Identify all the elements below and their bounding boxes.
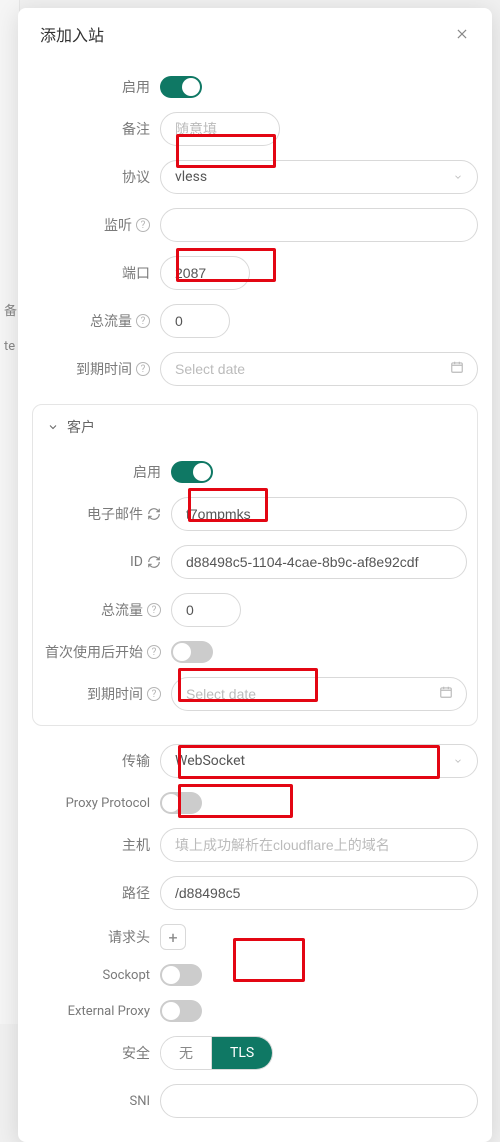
sni-input[interactable] [160, 1084, 478, 1118]
security-none-button[interactable]: 无 [161, 1037, 211, 1069]
add-header-button[interactable]: + [160, 924, 186, 950]
sockopt-toggle[interactable] [160, 964, 202, 986]
external-proxy-toggle[interactable] [160, 1000, 202, 1022]
remark-label: 备注 [32, 119, 160, 139]
listen-input[interactable] [160, 208, 478, 242]
client-id-input[interactable] [171, 545, 467, 579]
transport-select[interactable]: WebSocket [160, 744, 478, 778]
protocol-label: 协议 [32, 167, 160, 187]
help-icon[interactable]: ? [147, 603, 161, 617]
client-start-toggle[interactable] [171, 641, 213, 663]
client-expiry-label: 到期时间 ? [43, 684, 171, 704]
security-label: 安全 [32, 1043, 160, 1063]
chevron-down-icon [47, 421, 59, 433]
total-traffic-label: 总流量 ? [32, 311, 160, 331]
proxy-protocol-label: Proxy Protocol [32, 796, 160, 811]
help-icon[interactable]: ? [136, 362, 150, 376]
proxy-protocol-toggle[interactable] [160, 792, 202, 814]
client-email-input[interactable] [171, 497, 467, 531]
close-icon[interactable] [452, 24, 472, 44]
background-sidebar: 备 te [0, 0, 20, 1024]
add-inbound-modal: 添加入站 启用 备注 协议 vless [18, 8, 492, 1142]
help-icon[interactable]: ? [136, 314, 150, 328]
client-expiry-input[interactable] [171, 677, 467, 711]
client-id-label: ID [43, 554, 171, 570]
modal-header: 添加入站 [18, 8, 492, 58]
path-input[interactable] [160, 876, 478, 910]
port-label: 端口 [32, 263, 160, 283]
client-panel-title: 客户 [67, 417, 95, 437]
help-icon[interactable]: ? [136, 218, 150, 232]
enable-toggle[interactable] [160, 76, 202, 98]
sni-label: SNI [32, 1094, 160, 1109]
client-panel: 客户 启用 电子邮件 [32, 404, 478, 726]
modal-title: 添加入站 [40, 22, 104, 46]
transport-value: WebSocket [175, 753, 245, 769]
security-segmented: 无 TLS [160, 1036, 273, 1070]
host-input[interactable] [160, 828, 478, 862]
headers-label: 请求头 [32, 927, 160, 947]
expiry-date-input[interactable] [160, 352, 478, 386]
host-label: 主机 [32, 835, 160, 855]
expiry-label: 到期时间 ? [32, 359, 160, 379]
path-label: 路径 [32, 883, 160, 903]
chevron-down-icon [453, 172, 463, 182]
client-start-label: 首次使用后开始 ? [43, 642, 171, 662]
security-tls-button[interactable]: TLS [211, 1037, 272, 1069]
total-traffic-input[interactable] [160, 304, 230, 338]
modal-body: 启用 备注 协议 vless 监听 ? [18, 58, 492, 1118]
transport-label: 传输 [32, 751, 160, 771]
listen-label: 监听 ? [32, 215, 160, 235]
chevron-down-icon [453, 756, 463, 766]
sockopt-label: Sockopt [32, 968, 160, 983]
refresh-icon[interactable] [147, 555, 161, 569]
help-icon[interactable]: ? [147, 687, 161, 701]
help-icon[interactable]: ? [147, 645, 161, 659]
external-proxy-label: External Proxy [32, 1004, 160, 1019]
protocol-value: vless [175, 169, 207, 185]
client-total-label: 总流量 ? [43, 600, 171, 620]
enable-label: 启用 [32, 77, 160, 97]
client-total-input[interactable] [171, 593, 241, 627]
client-email-label: 电子邮件 [43, 504, 171, 524]
client-enable-label: 启用 [43, 462, 171, 482]
port-input[interactable] [160, 256, 250, 290]
client-enable-toggle[interactable] [171, 461, 213, 483]
client-panel-header[interactable]: 客户 [43, 417, 467, 445]
remark-input[interactable] [160, 112, 280, 146]
protocol-select[interactable]: vless [160, 160, 478, 194]
refresh-icon[interactable] [147, 507, 161, 521]
